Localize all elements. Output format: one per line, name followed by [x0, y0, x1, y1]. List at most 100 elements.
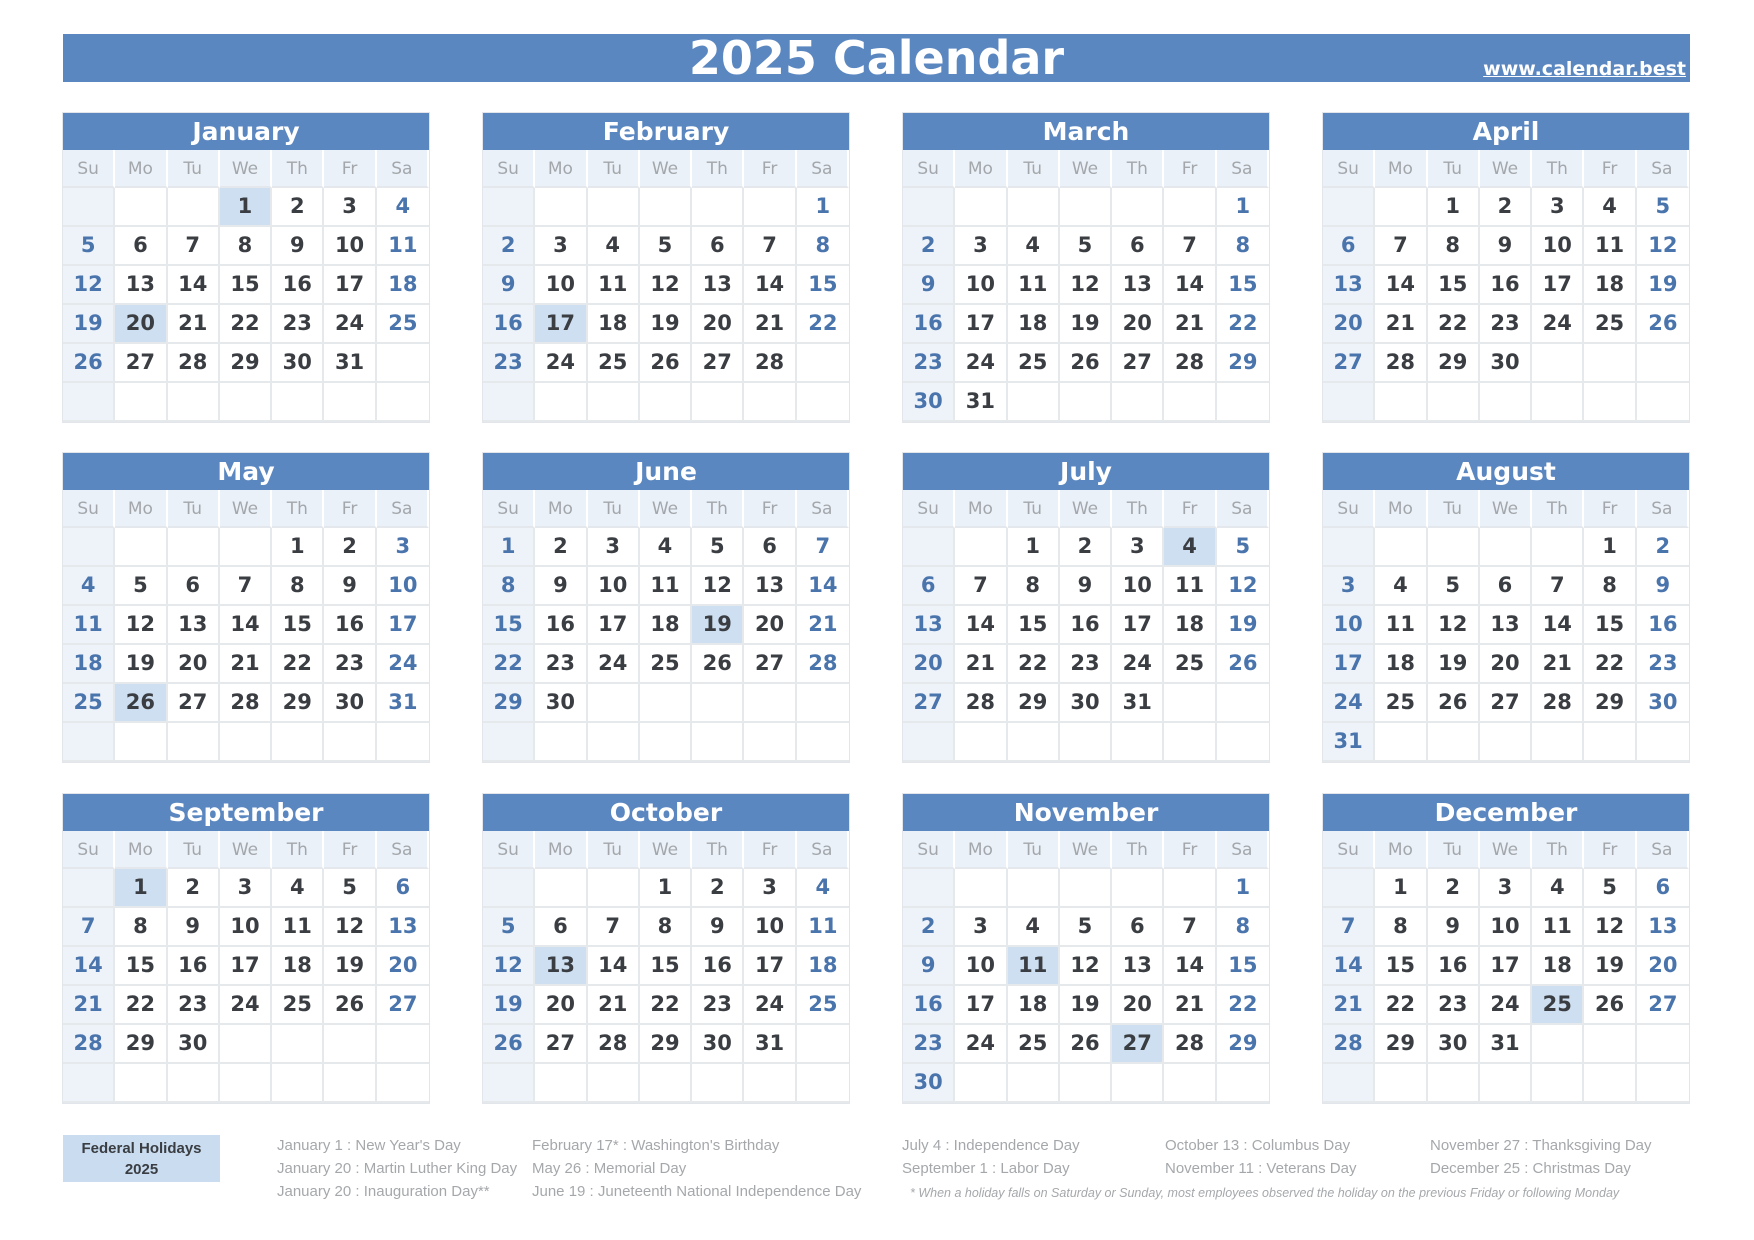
- site-link[interactable]: www.calendar.best: [1483, 58, 1686, 80]
- month-title: April: [1323, 113, 1689, 150]
- day-cell: 1: [483, 528, 536, 567]
- day-cell: 9: [1479, 227, 1533, 266]
- day-cell: 16: [692, 947, 745, 986]
- weekday-header-row: Su Mo Tu We Th Fr Sa: [903, 490, 1269, 528]
- weekday-label: Su: [903, 831, 956, 869]
- day-cell: 22: [219, 305, 273, 344]
- day-cell: 27: [535, 1025, 588, 1064]
- empty-day-cell: [1007, 188, 1060, 227]
- day-cell: 19: [1636, 266, 1689, 305]
- day-cell: 2: [535, 528, 588, 567]
- day-cell: 19: [63, 305, 116, 344]
- day-cell: 20: [744, 606, 797, 645]
- empty-day-cell: [1375, 1064, 1428, 1103]
- month-title: May: [63, 453, 429, 490]
- day-cell: 10: [955, 947, 1008, 986]
- weekday-label: Th: [1112, 831, 1165, 869]
- day-cell: 3: [219, 869, 273, 908]
- day-cell: 1: [1375, 869, 1428, 908]
- day-cell: 6: [744, 528, 797, 567]
- day-cell: 10: [1479, 908, 1533, 947]
- day-cell: 22: [115, 986, 168, 1025]
- empty-day-cell: [587, 188, 640, 227]
- day-cell: 11: [1164, 567, 1217, 606]
- empty-day-cell: [324, 1025, 377, 1064]
- empty-day-cell: [1112, 723, 1165, 762]
- day-cell: 26: [324, 986, 377, 1025]
- day-cell: 14: [796, 567, 849, 606]
- day-cell: 3: [535, 227, 588, 266]
- day-cell: 7: [1532, 567, 1585, 606]
- month-june: June Su Mo Tu We Th Fr Sa 1 2 3 4 5 6 7 8 9 10 11 12 13 14 15 1…: [482, 452, 850, 763]
- empty-day-cell: [744, 1064, 797, 1103]
- weekday-header-row: Su Mo Tu We Th Fr Sa: [63, 490, 429, 528]
- weekday-label: Mo: [115, 150, 168, 188]
- day-cell: 20: [376, 947, 429, 986]
- day-cell: 16: [167, 947, 220, 986]
- weekday-header-row: Su Mo Tu We Th Fr Sa: [903, 831, 1269, 869]
- empty-day-cell: [1164, 1064, 1217, 1103]
- empty-day-cell: [1584, 723, 1637, 762]
- empty-day-cell: [483, 869, 536, 908]
- weekday-label: Tu: [1427, 150, 1480, 188]
- empty-day-cell: [796, 383, 849, 422]
- day-cell: 24: [535, 344, 588, 383]
- weekday-label: Sa: [1636, 831, 1689, 869]
- day-cell: 1: [1584, 528, 1637, 567]
- day-cell: 21: [1323, 986, 1376, 1025]
- day-cell: 9: [167, 908, 220, 947]
- day-cell: 4: [63, 567, 116, 606]
- day-cell: 7: [1164, 227, 1217, 266]
- day-cell: 1: [1427, 188, 1480, 227]
- month-january: January Su Mo Tu We Th Fr Sa 1 2 3 4 5 6 7 8 9 10 11 12 13 14…: [62, 112, 430, 423]
- day-cell: 16: [272, 266, 325, 305]
- day-cell: 23: [535, 645, 588, 684]
- day-cell: 28: [955, 684, 1008, 723]
- day-cell: 7: [796, 528, 849, 567]
- day-cell: 8: [483, 567, 536, 606]
- empty-day-cell: [1479, 1064, 1533, 1103]
- empty-day-cell: [115, 383, 168, 422]
- month-may: May Su Mo Tu We Th Fr Sa 1 2 3 4 5 6 7 8 9 10 11 12 13 14 15 16…: [62, 452, 430, 763]
- day-cell: 22: [483, 645, 536, 684]
- day-cell: 25: [1375, 684, 1428, 723]
- day-cell: 25: [1007, 1025, 1060, 1064]
- day-cell: 25: [796, 986, 849, 1025]
- day-grid: 1 2 3 4 5 6 7 8 9 10 11 12 13 14 15 16 17 18 19 20 21 22 23 24 2…: [1323, 188, 1689, 422]
- weekday-label: Th: [272, 490, 325, 528]
- day-cell: 17: [587, 606, 640, 645]
- holiday-item: November 27 : Thanksgiving Day: [1430, 1137, 1652, 1154]
- empty-day-cell: [1164, 188, 1217, 227]
- day-cell: 31: [1479, 1025, 1533, 1064]
- day-cell: 10: [587, 567, 640, 606]
- title-bar: 2025 Calendar www.calendar.best: [63, 31, 1690, 85]
- holiday-day-cell: 19: [692, 606, 745, 645]
- day-cell: 20: [167, 645, 220, 684]
- day-cell: 7: [63, 908, 116, 947]
- day-cell: 24: [1479, 986, 1533, 1025]
- weekday-label: Tu: [1007, 490, 1060, 528]
- day-cell: 29: [219, 344, 273, 383]
- day-cell: 16: [535, 606, 588, 645]
- day-cell: 29: [1427, 344, 1480, 383]
- empty-day-cell: [1007, 1064, 1060, 1103]
- day-cell: 25: [272, 986, 325, 1025]
- day-cell: 19: [115, 645, 168, 684]
- day-cell: 15: [1007, 606, 1060, 645]
- day-cell: 30: [1636, 684, 1689, 723]
- day-cell: 2: [272, 188, 325, 227]
- weekday-label: Mo: [955, 150, 1008, 188]
- weekday-label: Su: [483, 150, 536, 188]
- day-cell: 28: [1164, 344, 1217, 383]
- empty-day-cell: [1479, 528, 1533, 567]
- day-cell: 22: [1216, 986, 1269, 1025]
- weekday-label: Su: [1323, 150, 1376, 188]
- holiday-item: February 17* : Washington's Birthday: [532, 1137, 780, 1154]
- weekday-label: Fr: [744, 490, 797, 528]
- day-cell: 15: [1427, 266, 1480, 305]
- day-cell: 21: [167, 305, 220, 344]
- weekday-label: Th: [692, 831, 745, 869]
- day-cell: 24: [955, 344, 1008, 383]
- day-cell: 9: [324, 567, 377, 606]
- weekday-label: Fr: [744, 831, 797, 869]
